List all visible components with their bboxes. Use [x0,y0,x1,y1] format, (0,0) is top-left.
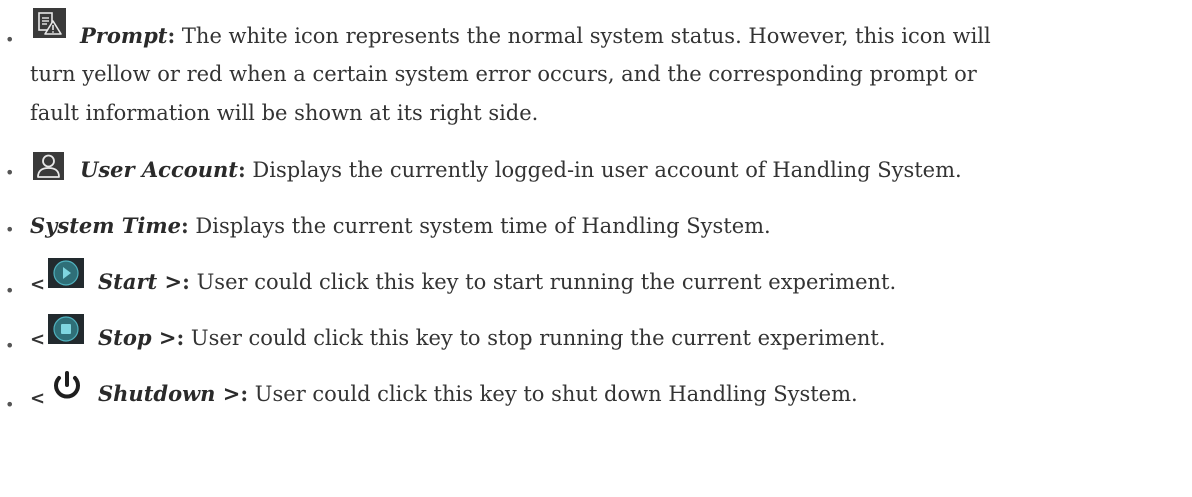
description-line-1: The white icon represents the normal sys… [175,24,991,48]
term-stop: Stop > [98,325,177,350]
bullet: • [5,163,15,182]
colon: : [180,213,189,238]
description: User could click this key to start runni… [189,270,897,294]
user-icon [33,152,64,185]
bullet: • [5,30,15,49]
term-system-time: System Time [30,213,181,238]
term-user-account: User Account [80,157,238,182]
description: User could click this key to shut down H… [248,382,858,406]
bullet: • [5,395,15,414]
description-line-2: turn yellow or red when a certain system… [30,62,977,86]
description: User could click this key to stop runnin… [184,326,886,350]
term-shutdown: Shutdown > [98,381,241,406]
prefix-lt: < [30,329,46,350]
description: Displays the current system time of Hand… [188,214,771,238]
description: Displays the currently logged-in user ac… [245,158,962,182]
description-line-3: fault information will be shown at its r… [30,101,539,125]
prefix-lt: < [30,388,46,409]
stop-icon [48,314,84,349]
term-start: Start > [98,269,183,294]
bullet: • [5,220,15,239]
prefix-lt: < [30,274,46,295]
bullet: • [5,336,15,355]
term-prompt: Prompt [80,23,168,48]
colon: : [182,269,190,294]
colon: : [240,381,249,406]
bullet: • [5,281,15,300]
play-icon [48,258,84,293]
power-icon [50,370,84,407]
colon: : [237,157,246,182]
prompt-warning-icon [33,8,66,43]
